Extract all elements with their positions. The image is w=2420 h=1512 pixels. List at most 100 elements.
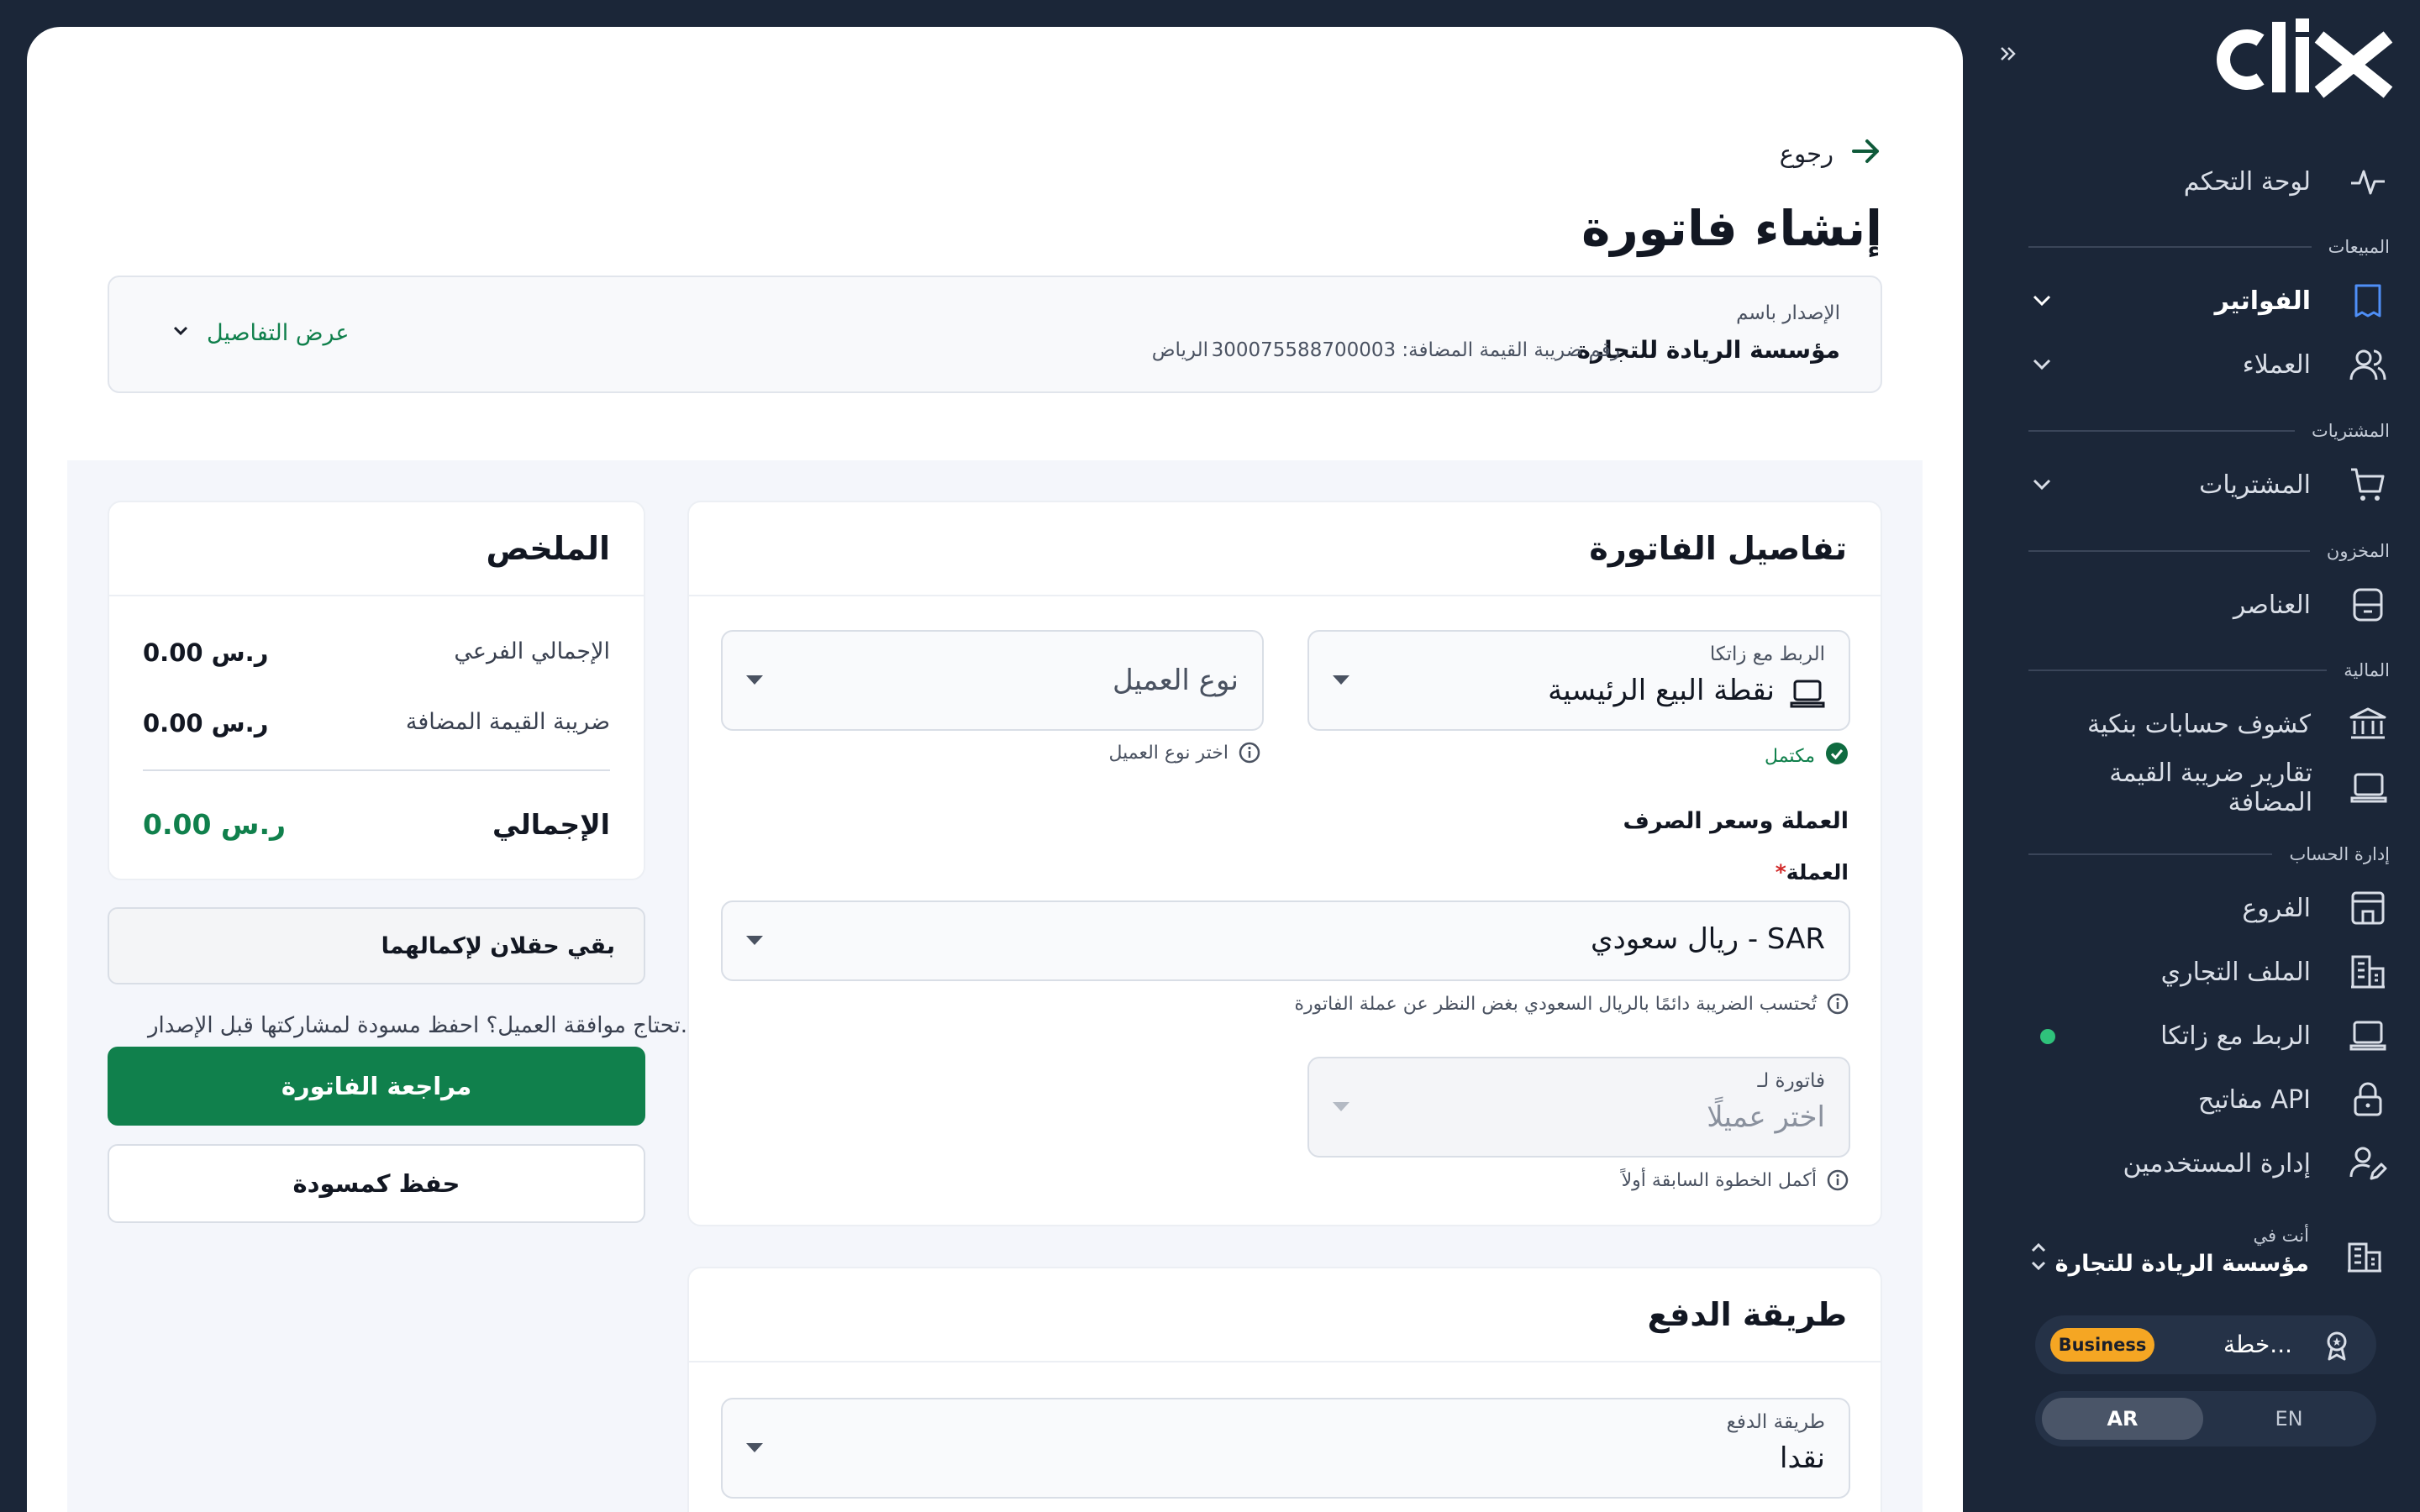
activity-icon xyxy=(2346,160,2390,203)
page-title: إنشاء فاتورة xyxy=(1581,200,1882,257)
remaining-fields-notice: بقي حقلان لإكمالهما xyxy=(108,907,645,984)
invoice-for-hint: أكمل الخطوة السابقة أولاً xyxy=(1622,1169,1849,1191)
back-link[interactable]: رجوع xyxy=(1780,133,1882,175)
invoice-for-hint-text: أكمل الخطوة السابقة أولاً xyxy=(1621,1169,1817,1191)
currency-label: العملة * xyxy=(1776,860,1849,885)
sidebar-item-bank-statements[interactable]: كشوف حسابات بنكية xyxy=(2028,701,2390,748)
caret-down-icon xyxy=(1333,1102,1349,1111)
sidebar-item-items[interactable]: العناصر xyxy=(2028,581,2390,628)
summary-card: الملخص الإجمالي الفرعي ر.س 0.00 ضريبة ال… xyxy=(108,501,645,880)
caret-down-icon xyxy=(746,1443,763,1452)
store-icon xyxy=(2346,886,2390,930)
sidebar-item-label: العناصر xyxy=(2233,590,2311,620)
currency-hint: تُحتسب الضريبة دائمًا بالريال السعودي بغ… xyxy=(1295,993,1849,1015)
currency-label-text: العملة xyxy=(1786,860,1849,885)
caret-down-icon xyxy=(1333,675,1349,685)
chevron-down-icon[interactable] xyxy=(2028,351,2055,378)
sidebar-item-label: لوحة التحكم xyxy=(2183,166,2311,197)
payment-method-select[interactable]: طريقة الدفع نقدا xyxy=(721,1398,1850,1499)
currency-select[interactable]: ريال سعودي - SAR xyxy=(721,900,1850,981)
issuer-caption: الإصدار باسم xyxy=(1736,302,1840,324)
payment-method-title: طريقة الدفع xyxy=(689,1268,1881,1362)
org-switcher[interactable]: أنت في مؤسسة الريادة للتجارة xyxy=(2028,1222,2390,1289)
customer-type-select[interactable]: نوع العميل xyxy=(721,630,1264,731)
caret-down-icon xyxy=(746,936,763,945)
summary-title: الملخص xyxy=(109,502,644,596)
issuer-city: الرياض xyxy=(1151,339,1208,361)
box-icon xyxy=(2346,583,2390,627)
lang-en-option[interactable]: EN xyxy=(2208,1398,2370,1440)
sidebar-item-label: كشوف حسابات بنكية xyxy=(2086,709,2311,739)
sidebar-item-label: إدارة المستخدمين xyxy=(2123,1148,2311,1179)
sidebar-item-label: الفواتير xyxy=(2214,286,2311,316)
cart-icon xyxy=(2346,463,2390,507)
sidebar: لوحة التحكم المبيعات الفواتير العملاء ال… xyxy=(1960,0,2420,1512)
main-panel: رجوع إنشاء فاتورة الإصدار باسم مؤسسة الر… xyxy=(27,27,1963,1512)
invoice-details-title: تفاصيل الفاتورة xyxy=(689,502,1881,596)
page-header: رجوع إنشاء فاتورة الإصدار باسم مؤسسة الر… xyxy=(67,67,1923,460)
sidebar-item-branches[interactable]: الفروع xyxy=(2028,885,2390,932)
zatca-field-label: الربط مع زاتكا xyxy=(1709,643,1825,665)
sidebar-item-business-profile[interactable]: الملف التجاري xyxy=(2028,948,2390,995)
sidebar-item-api-keys[interactable]: مفاتيح API xyxy=(2028,1076,2390,1123)
section-label: المبيعات xyxy=(2328,237,2390,257)
chevron-down-icon[interactable] xyxy=(2028,287,2055,314)
sidebar-item-purchases[interactable]: المشتريات xyxy=(2028,461,2390,508)
subtotal-label: الإجمالي الفرعي xyxy=(454,638,610,664)
laptop-icon xyxy=(2348,766,2390,810)
required-mark: * xyxy=(1775,860,1786,885)
chevron-down-icon[interactable] xyxy=(2028,471,2055,498)
save-draft-button[interactable]: حفظ كمسودة xyxy=(108,1144,645,1223)
status-dot xyxy=(2040,1029,2055,1044)
payment-method-value: نقدا xyxy=(1780,1441,1825,1475)
check-circle-icon xyxy=(1825,742,1849,770)
chevron-down-icon xyxy=(170,320,192,345)
sidebar-item-invoices[interactable]: الفواتير xyxy=(2028,277,2390,324)
laptop-icon xyxy=(2346,1014,2390,1058)
total-label: الإجمالي xyxy=(492,808,610,841)
clix-logo[interactable] xyxy=(2208,15,2393,99)
sidebar-item-user-management[interactable]: إدارة المستخدمين xyxy=(2028,1140,2390,1187)
org-name: مؤسسة الريادة للتجارة xyxy=(2054,1251,2309,1277)
building-icon xyxy=(2346,950,2390,994)
sidebar-item-label: العملاء xyxy=(2242,349,2311,380)
sidebar-item-label: الملف التجاري xyxy=(2160,957,2311,987)
org-caption: أنت في xyxy=(2253,1226,2309,1246)
plan-pill[interactable]: خطة... Business xyxy=(2035,1315,2376,1374)
caret-down-icon xyxy=(746,675,763,685)
total-value: ر.س 0.00 xyxy=(143,808,286,841)
sidebar-item-customers[interactable]: العملاء xyxy=(2028,341,2390,388)
sidebar-item-label: تقارير ضريبة القيمة المضافة xyxy=(2109,759,2313,817)
award-icon xyxy=(2321,1329,2353,1364)
section-purchases: المشتريات xyxy=(2028,418,2390,444)
users-icon xyxy=(2346,343,2390,386)
payment-method-card: طريقة الدفع طريقة الدفع نقدا xyxy=(687,1267,1882,1512)
currency-hint-text: تُحتسب الضريبة دائمًا بالريال السعودي بغ… xyxy=(1294,993,1818,1015)
vat-value: ر.س 0.00 xyxy=(143,709,269,738)
payment-method-label: طريقة الدفع xyxy=(1726,1411,1825,1433)
section-label: إدارة الحساب xyxy=(2289,844,2390,864)
remaining-fields-text: بقي حقلان لإكمالهما xyxy=(381,932,615,959)
sidebar-item-dashboard[interactable]: لوحة التحكم xyxy=(2028,158,2390,205)
info-icon xyxy=(1827,1169,1849,1191)
show-details-label: عرض التفاصيل xyxy=(207,319,350,346)
sidebar-item-label: مفاتيح API xyxy=(2197,1084,2311,1115)
sidebar-item-vat-reports[interactable]: تقارير ضريبة القيمة المضافة xyxy=(2028,759,2390,817)
issuer-vat: رقم ضريبة القيمة المضافة: 30007558870000… xyxy=(1211,339,1620,361)
customer-type-hint: اختر نوع العميل xyxy=(1108,742,1260,764)
lang-ar-option[interactable]: AR xyxy=(2042,1398,2203,1440)
sidebar-item-zatca-link[interactable]: الربط مع زاتكا xyxy=(2028,1012,2390,1059)
collapse-sidebar-icon[interactable] xyxy=(1991,37,2025,71)
show-details-toggle[interactable]: عرض التفاصيل xyxy=(170,316,350,349)
plan-badge: Business xyxy=(2050,1328,2154,1362)
invoice-for-placeholder: اختر عميلًا xyxy=(1707,1100,1825,1134)
approval-note: تحتاج موافقة العميل؟ احفظ مسودة لمشاركته… xyxy=(147,1013,687,1038)
currency-value: ريال سعودي - SAR xyxy=(1591,922,1825,956)
zatca-link-select[interactable]: الربط مع زاتكا نقطة البيع الرئيسية xyxy=(1307,630,1850,731)
review-invoice-button[interactable]: مراجعة الفاتورة xyxy=(108,1047,645,1126)
customer-type-hint-text: اختر نوع العميل xyxy=(1108,742,1228,764)
section-label: المالية xyxy=(2344,660,2390,680)
invoice-for-select[interactable]: فاتورة لـ اختر عميلًا xyxy=(1307,1057,1850,1158)
section-label: المخزون xyxy=(2326,541,2390,561)
content-area: رجوع إنشاء فاتورة الإصدار باسم مؤسسة الر… xyxy=(67,67,1923,1512)
